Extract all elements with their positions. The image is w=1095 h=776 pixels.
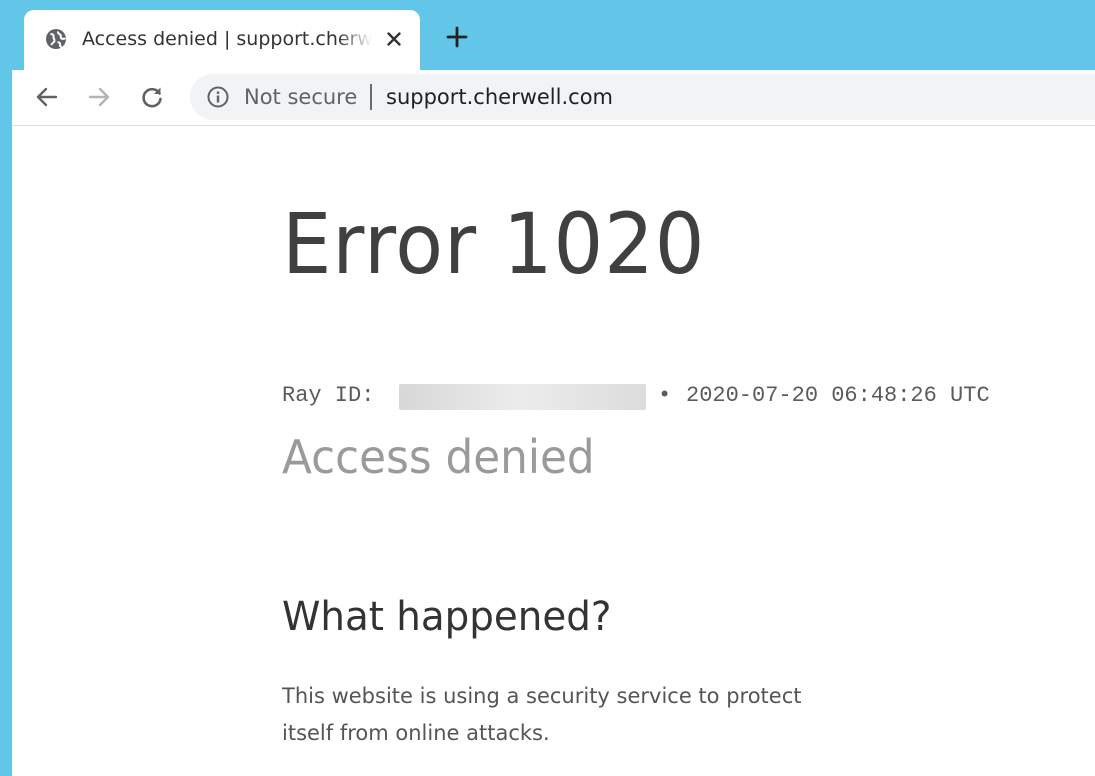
omnibox-divider [370,84,372,110]
page-content: Error 1020 Ray ID: • 2020-07-20 06:48:26… [12,126,1095,776]
info-icon[interactable] [206,85,230,109]
access-denied-heading: Access denied [282,430,595,484]
ray-separator: • [658,383,672,408]
section-title: What happened? [282,594,612,640]
browser-tab[interactable]: Access denied | support.cherwell.com [24,10,420,70]
browser-toolbar: Not secure support.cherwell.com [12,70,1095,126]
arrow-right-icon[interactable] [84,82,114,112]
arrow-left-icon[interactable] [32,82,62,112]
globe-icon [44,27,68,51]
tab-title: Access denied | support.cherwell.com [82,28,372,50]
security-label[interactable]: Not secure [244,84,357,110]
address-bar[interactable]: Not secure support.cherwell.com [190,74,1095,120]
explanation-text: This website is using a security service… [282,684,802,745]
ray-id-redacted [399,384,646,410]
url-text[interactable]: support.cherwell.com [386,84,613,110]
ray-timestamp: 2020-07-20 06:48:26 UTC [686,383,990,408]
browser-window: Access denied | support.cherwell.com [0,0,1095,776]
plus-icon[interactable] [444,24,470,50]
tab-strip: Access denied | support.cherwell.com [0,0,1095,70]
ray-id-label: Ray ID: [282,383,375,408]
error-title: Error 1020 [282,195,706,293]
close-icon[interactable] [382,27,406,51]
reload-icon[interactable] [137,82,167,112]
